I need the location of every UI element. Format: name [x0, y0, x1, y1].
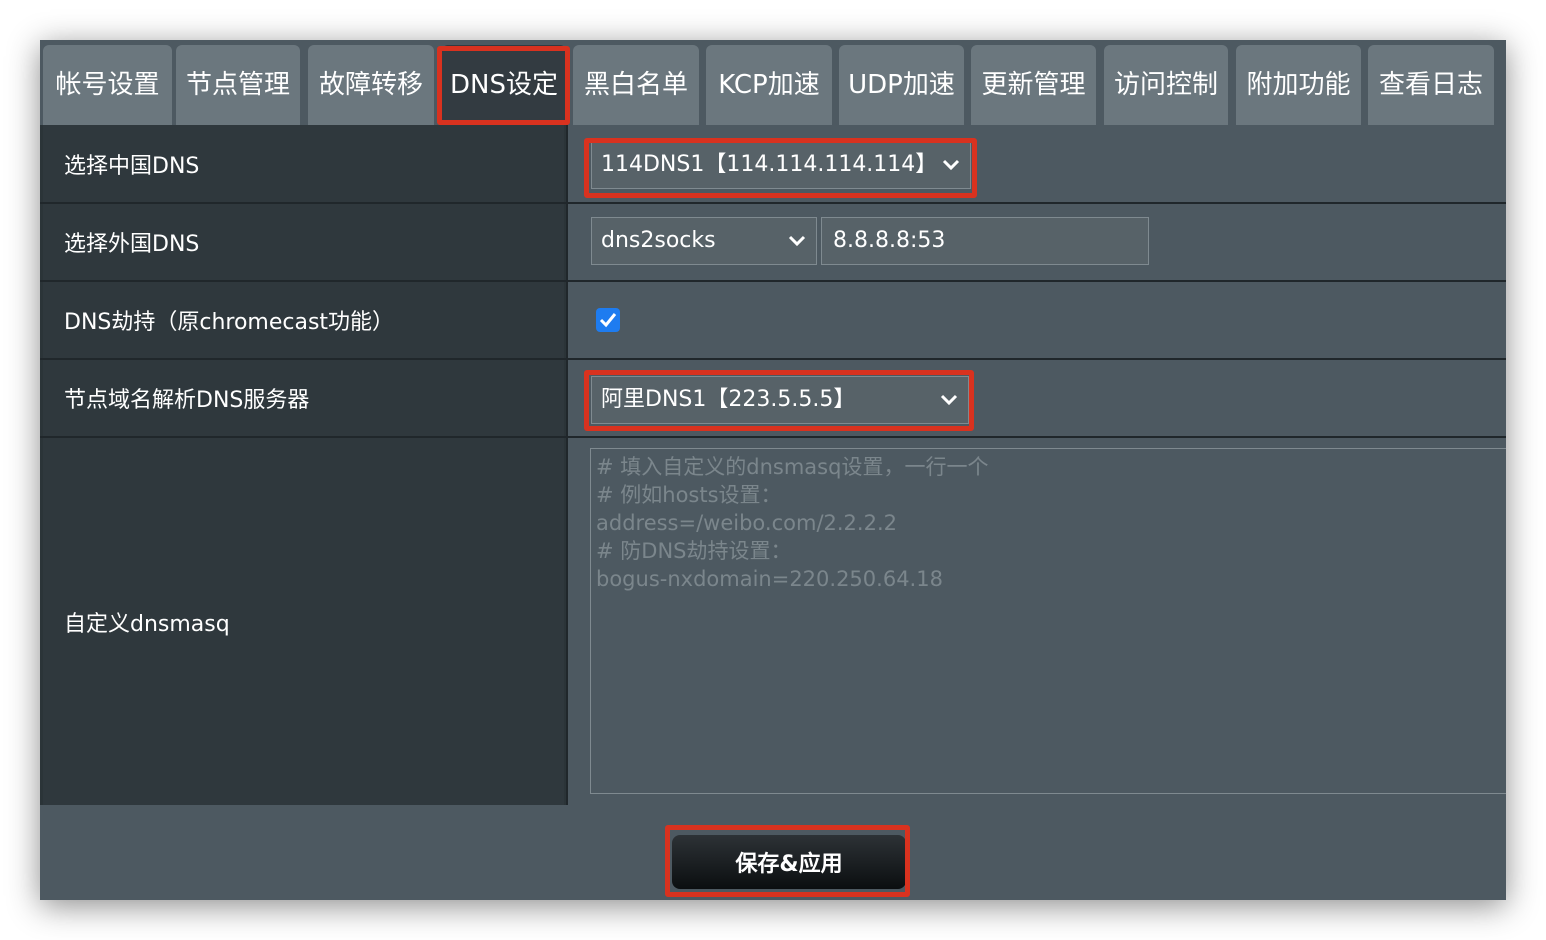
node-dns-selected-value: 阿里DNS1【223.5.5.5】 — [601, 387, 856, 412]
tab-udp-acceleration[interactable]: UDP加速 — [839, 45, 964, 126]
china-dns-label: 选择中国DNS — [43, 125, 564, 202]
dns-hijack-label: DNS劫持（原chromecast功能） — [43, 282, 564, 358]
tab-access-control[interactable]: 访问控制 — [1104, 45, 1228, 126]
foreign-dns-value-cell: dns2socks 8.8.8.8:53 — [566, 204, 1506, 280]
tab-view-log[interactable]: 查看日志 — [1368, 45, 1494, 126]
node-dns-label: 节点域名解析DNS服务器 — [43, 360, 564, 436]
row-node-dns: 节点域名解析DNS服务器 阿里DNS1【223.5.5.5】 — [40, 360, 1506, 438]
foreign-dns-label: 选择外国DNS — [43, 204, 564, 280]
tab-kcp-acceleration[interactable]: KCP加速 — [706, 45, 832, 126]
row-dns-hijack: DNS劫持（原chromecast功能） — [40, 282, 1506, 360]
app-window: 帐号设置 节点管理 故障转移 DNS设定 黑白名单 KCP加速 UDP加速 更新… — [40, 40, 1506, 900]
dns-hijack-value-cell — [566, 282, 1506, 358]
custom-dnsmasq-label: 自定义dnsmasq — [43, 438, 564, 805]
tab-bar: 帐号设置 节点管理 故障转移 DNS设定 黑白名单 KCP加速 UDP加速 更新… — [40, 40, 1506, 126]
node-dns-value-cell: 阿里DNS1【223.5.5.5】 — [566, 360, 1506, 436]
china-dns-selected-value: 114DNS1【114.114.114.114】 — [601, 152, 938, 177]
chevron-down-icon — [938, 377, 960, 423]
tab-additional-features[interactable]: 附加功能 — [1236, 45, 1361, 126]
settings-table: 选择中国DNS 114DNS1【114.114.114.114】 选择外国DNS… — [40, 125, 1506, 805]
china-dns-value-cell: 114DNS1【114.114.114.114】 — [566, 125, 1506, 202]
node-dns-select[interactable]: 阿里DNS1【223.5.5.5】 — [591, 376, 969, 424]
foreign-dns-select[interactable]: dns2socks — [591, 217, 817, 265]
row-custom-dnsmasq: 自定义dnsmasq # 填入自定义的dnsmasq设置，一行一个 # 例如ho… — [40, 438, 1506, 805]
footer-bar: 保存&应用 — [40, 805, 1506, 900]
save-apply-button[interactable]: 保存&应用 — [672, 835, 906, 889]
chevron-down-icon — [940, 142, 962, 188]
chevron-down-icon — [786, 218, 808, 264]
check-icon — [599, 313, 617, 328]
row-china-dns: 选择中国DNS 114DNS1【114.114.114.114】 — [40, 125, 1506, 204]
dns-hijack-checkbox[interactable] — [596, 308, 620, 332]
china-dns-select[interactable]: 114DNS1【114.114.114.114】 — [591, 141, 971, 189]
custom-dnsmasq-textarea[interactable]: # 填入自定义的dnsmasq设置，一行一个 # 例如hosts设置： addr… — [590, 448, 1506, 794]
foreign-dns-selected-value: dns2socks — [601, 228, 716, 253]
foreign-dns-server-input[interactable]: 8.8.8.8:53 — [821, 217, 1149, 265]
tab-update-management[interactable]: 更新管理 — [971, 45, 1096, 126]
row-foreign-dns: 选择外国DNS dns2socks 8.8.8.8:53 — [40, 204, 1506, 282]
tab-node-management[interactable]: 节点管理 — [176, 45, 300, 126]
tab-failover[interactable]: 故障转移 — [308, 45, 434, 126]
tab-account-settings[interactable]: 帐号设置 — [43, 45, 172, 126]
tab-dns-settings[interactable]: DNS设定 — [442, 45, 566, 126]
tab-black-white-list[interactable]: 黑白名单 — [573, 45, 699, 126]
